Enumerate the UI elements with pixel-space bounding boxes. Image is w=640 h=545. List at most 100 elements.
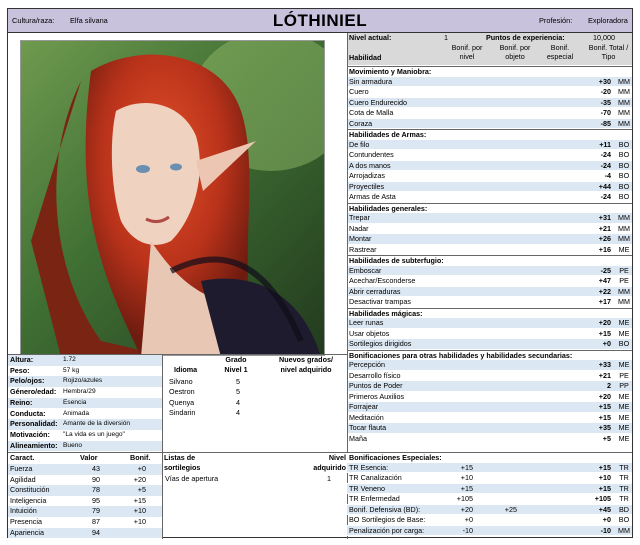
skills-header-objeto: Bonif. por objeto [499,43,531,61]
skill-type: BO [618,192,630,201]
skill-row: Nadar +21 MM [347,224,632,234]
skill-type: MM [618,286,630,296]
special-row: TR Enfermedad +105 +105 TR [347,494,632,505]
skill-type: MM [618,297,630,306]
language-row: Silvano 5 [163,377,347,388]
bio-row: Reino: Esencia [8,397,162,409]
skill-row: Proyectiles +44 BO [347,181,632,192]
bio-value: 1.72 [63,356,76,363]
bio-row: Pelo/ojos: Rojizo/azules [8,376,162,387]
skill-type: MM [618,234,630,243]
skill-name: Percepción [349,360,385,369]
skill-name: Cuero Endurecido [349,97,407,107]
language-name: Sindarin [169,408,196,418]
special-row: BO Sortilegios de Base: +0 +0 BO [347,515,632,526]
stat-value: 43 [92,464,100,473]
skill-total: -85 [600,118,611,128]
skill-name: Sortilegios dirigidos [349,339,412,348]
stat-name: Agilidad [10,474,36,484]
skill-name: Sin armadura [349,76,393,86]
skill-name: Contundentes [349,150,394,159]
section-title: Movimiento y Maniobra: [347,66,632,77]
skill-name: Tocar flauta [349,423,387,432]
special-name: TR Canalización [349,473,402,482]
skill-row: Cota de Malla -70 MM [347,108,632,119]
skill-name: Desactivar trampas [349,297,411,306]
special-level-bonus: +105 [456,494,473,503]
skill-name: Armas de Asta [349,192,396,201]
special-name: TR Enfermedad [349,494,400,503]
section-title: Habilidades mágicas: [347,307,632,318]
skill-name: Desarrollo físico [349,370,401,380]
skill-total: -35 [600,97,611,107]
stat-value: 90 [92,474,100,484]
bio-label: Alineamiento: [10,440,58,450]
special-total: +15 [598,483,611,493]
stat-row: Apariencia 94 [8,527,162,539]
stat-value: 79 [92,506,100,516]
skill-total: -25 [600,265,611,275]
stats-caract-label: Caract. [10,453,35,462]
skill-row: Forrajear +15 ME [347,402,632,413]
skill-row: Tocar flauta +35 ME [347,423,632,434]
skill-total: +15 [598,328,611,338]
skill-row: Arrojadizas -4 BO [347,171,632,182]
skill-total: +11 [599,139,611,149]
special-name: BO Sortilegios de Base: [349,515,426,524]
skill-type: PE [619,265,629,275]
section-title: Habilidades de subterfugio: [347,255,632,266]
bio-row: Alineamiento: Bueno [8,440,162,452]
skill-type: ME [618,318,630,327]
skill-name: Cota de Malla [349,108,394,117]
skill-total: +30 [598,76,611,86]
skill-total: +21 [598,370,611,380]
skill-total: +0 [602,339,611,348]
special-object-bonus: +25 [504,504,517,514]
skill-type: ME [618,391,630,401]
skill-row: Desarrollo físico +21 PE [347,370,632,381]
profession-label: Profesión: [539,16,573,25]
special-type: MM [618,525,630,535]
xp-label: Puntos de experiencia: [486,33,565,42]
stat-bonus: +10 [133,517,146,526]
skill-row: Coraza -85 MM [347,118,632,129]
skill-type: PP [619,381,629,390]
languages-idioma-label: Idioma [174,365,198,374]
skill-type: MM [618,97,630,107]
special-row: TR Canalización +10 +10 TR [347,473,632,484]
skills-header-especial: Bonif. especial [546,43,574,61]
skill-name: Montar [349,234,372,243]
bio-value: Rojizo/azules [63,377,103,385]
skill-type: MM [618,118,630,128]
skills-table: Movimiento y Maniobra: Sin armadura +30 MM C… [347,66,632,444]
skill-total: +35 [598,423,611,432]
special-name: Bonif. Defensiva (BD): [349,504,421,514]
skill-total: +15 [598,412,611,422]
spell-list-row: Vías de apertura 1 [163,474,347,485]
stat-name: Fuerza [10,464,33,473]
skill-row: Cuero -20 MM [347,87,632,98]
bio-value: Bueno [63,441,83,449]
special-total: +45 [598,504,611,514]
special-total: +105 [594,494,611,503]
skill-type: BO [618,139,630,149]
stat-value: 95 [92,495,100,505]
language-name: Quenya [169,397,195,407]
skill-row: Rastrear +16 ME [347,245,632,255]
level-value: 1 [444,33,448,42]
skill-type: ME [618,328,630,338]
skill-type: ME [618,423,630,432]
skill-row: Meditación +15 ME [347,412,632,423]
bio-row: Conducta: Animada [8,409,162,420]
special-level-bonus: +0 [464,515,473,524]
skill-type: BO [618,160,630,170]
stat-bonus: +10 [133,506,146,516]
special-type: BO [618,515,630,524]
skill-row: Contundentes -24 BO [347,150,632,161]
special-type: BD [619,504,629,514]
stat-row: Constitución 78 +5 [8,485,162,496]
special-type: TR [619,462,629,472]
special-name: TR Veneno [349,483,385,493]
stat-bonus: +0 [137,464,146,473]
special-name: Penalización por carga: [349,525,425,535]
